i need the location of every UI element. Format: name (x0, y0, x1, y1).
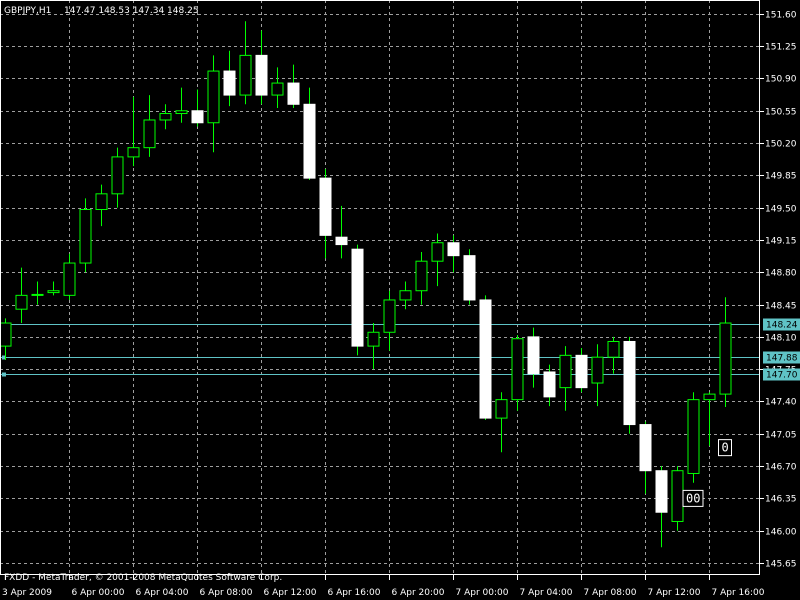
x-tick-label: 7 Apr 00:00 (456, 588, 509, 598)
hline-anchor (2, 372, 6, 377)
y-tick-label: 146.70 (765, 463, 797, 473)
y-tick-label: 149.15 (765, 237, 797, 247)
candle-body-bull (431, 242, 444, 262)
candle-body-bull (159, 113, 172, 121)
y-tick-label: 150.55 (765, 108, 797, 118)
x-tick-label: 6 Apr 04:00 (136, 588, 189, 598)
candle-body-bull (271, 82, 284, 96)
candle-body-bear (543, 371, 556, 398)
candle-body-bear (655, 470, 668, 513)
hline-tag-label: 147.70 (766, 371, 798, 381)
candle-body-bull (383, 299, 396, 333)
candle-body-bear (463, 255, 476, 301)
candle (351, 244, 364, 356)
y-tick-label: 147.05 (765, 431, 797, 441)
candle-body-bull (95, 193, 108, 211)
candle-body-bull (15, 294, 28, 310)
candle-body-bull (0, 322, 12, 347)
y-tick-label: 146.35 (765, 495, 797, 505)
x-tick-label: 7 Apr 12:00 (648, 588, 701, 598)
candle-body-bear (351, 248, 364, 347)
candle-body-bull (671, 470, 684, 522)
x-tick-label: 6 Apr 16:00 (328, 588, 381, 598)
header-symbol: GBPJPY,H1 (4, 6, 51, 16)
candle-body-bear (575, 354, 588, 389)
y-tick-label: 151.25 (765, 43, 797, 53)
candle-body-bull (111, 156, 124, 195)
candle-body-bear (447, 242, 460, 257)
candle-body-bear (639, 424, 652, 472)
y-tick-label: 150.20 (765, 140, 797, 150)
y-tick-label: 148.45 (765, 302, 797, 312)
footer-copyright: FXDD - MetaTrader, © 2001-2008 MetaQuote… (4, 573, 282, 583)
y-tick-label: 145.65 (765, 560, 797, 570)
candle-body-bull (31, 293, 44, 296)
x-tick-label: 6 Apr 08:00 (200, 588, 253, 598)
y-tick-label: 147.40 (765, 398, 797, 408)
candle-body-bull (399, 290, 412, 301)
candle-body-bull (719, 322, 732, 395)
candle-body-bull (607, 340, 620, 358)
x-tick-label: 7 Apr 16:00 (712, 588, 765, 598)
y-tick-label: 150.90 (765, 75, 797, 85)
candle-body-bull (703, 393, 716, 401)
candle-body-bear (191, 110, 204, 124)
candle-body-bull (367, 331, 380, 347)
candle-body-bear (623, 340, 636, 426)
candle-body-bull (559, 354, 572, 389)
candle-body-bear (479, 299, 492, 419)
x-tick-label: 7 Apr 04:00 (520, 588, 573, 598)
candle-body-bull (63, 262, 76, 296)
header-ohlc: 147.47 148.53 147.34 148.25 (64, 6, 199, 16)
y-tick-label: 151.60 (765, 11, 797, 21)
y-tick-label: 148.80 (765, 269, 797, 279)
candle (463, 249, 476, 305)
candle (687, 392, 700, 483)
candle-body-bear (319, 177, 332, 236)
y-tick-label: 146.00 (765, 528, 797, 538)
candle (79, 198, 92, 273)
candle (623, 336, 636, 434)
candle-body-bull (143, 119, 156, 149)
candle-body-bear (287, 82, 300, 105)
candle-body-bull (511, 338, 524, 401)
candle-body-bull (127, 147, 140, 158)
candle-body-bull (175, 110, 188, 115)
candle-body-bear (255, 54, 268, 96)
x-tick-label: 6 Apr 12:00 (264, 588, 317, 598)
annotation-label: 0 (722, 441, 729, 455)
candle (671, 466, 684, 531)
y-tick-label: 149.85 (765, 172, 797, 182)
candle-body-bear (303, 103, 316, 179)
candle-body-bear (335, 236, 348, 246)
candle-body-bear (223, 70, 236, 96)
x-tick-label: 7 Apr 08:00 (584, 588, 637, 598)
x-tick-label: 6 Apr 00:00 (72, 588, 125, 598)
candle (479, 295, 492, 420)
y-tick-label: 148.10 (765, 334, 797, 344)
x-tick-label: 6 Apr 20:00 (392, 588, 445, 598)
candle-body-bull (591, 356, 604, 384)
hline-tag-label: 148.24 (766, 321, 798, 331)
annotation-label: 00 (686, 491, 700, 505)
candle-body-bear (527, 336, 540, 375)
candle-body-bull (495, 399, 508, 419)
candle-body-bull (687, 399, 700, 474)
y-tick-label: 149.50 (765, 205, 797, 215)
candle-body-bull (239, 54, 252, 96)
candle (511, 335, 524, 411)
hline-tag-label: 147.88 (766, 354, 798, 364)
candle-body-bull (207, 70, 220, 124)
candle-body-bull (47, 290, 60, 294)
candle-body-bull (79, 209, 92, 264)
x-tick-label: 3 Apr 2009 (2, 588, 52, 598)
candle-body-bull (415, 260, 428, 292)
price-chart[interactable]: 000 151.60151.25150.90150.55150.20149.85… (0, 0, 800, 600)
